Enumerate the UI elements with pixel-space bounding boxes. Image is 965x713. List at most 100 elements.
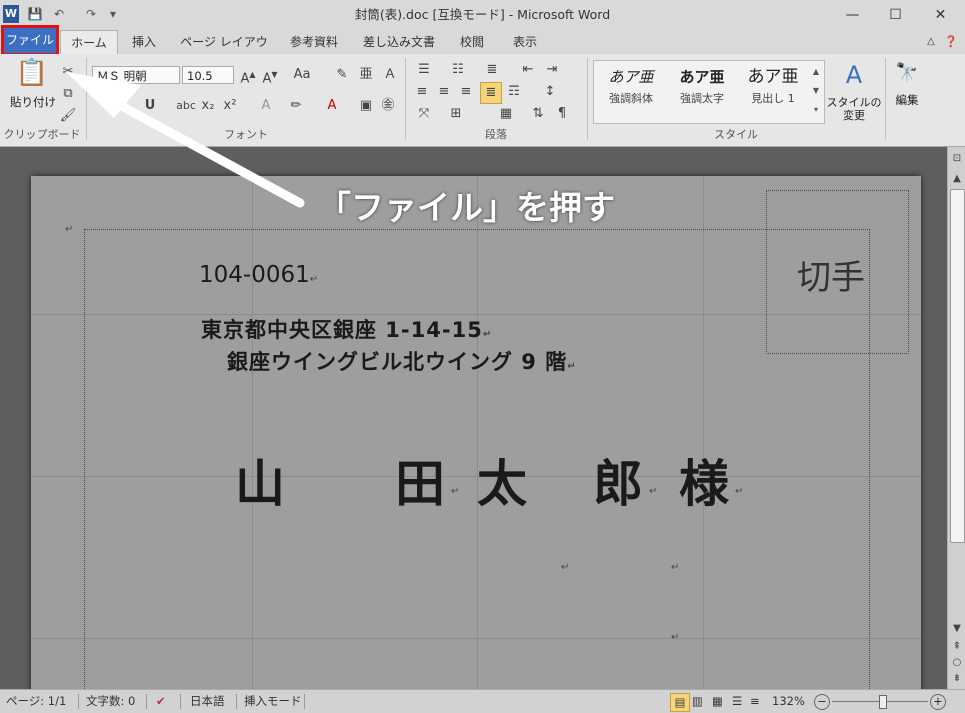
previous-page-icon[interactable]: ⇞ [948, 639, 965, 655]
status-divider [180, 694, 181, 709]
increase-indent-icon[interactable]: ⇥ [542, 60, 562, 80]
zoom-out-button[interactable]: − [814, 694, 830, 710]
vertical-scrollbar[interactable]: ⊡ ▲ ▼ ⇞ ○ ⇟ [947, 147, 965, 689]
insert-mode-indicator[interactable]: 挿入モード [244, 690, 302, 713]
outline-view-icon[interactable]: ☰ [732, 690, 742, 713]
text-effects-icon[interactable]: A [256, 96, 276, 116]
highlight-icon[interactable]: ✏ [286, 96, 306, 116]
document-page[interactable]: 切手 ↵ 104-0061↵ 東京都中央区銀座 1-14-15↵ 銀座ウイングビ… [31, 176, 921, 701]
tab-home[interactable]: ホーム [60, 30, 118, 55]
scroll-thumb[interactable] [950, 189, 965, 543]
text-direction-icon[interactable]: ⤧ [414, 104, 434, 124]
style-emphasis-bold[interactable]: あア亜 強調太字 [667, 64, 737, 114]
browse-object-icon[interactable]: ○ [948, 655, 965, 671]
align-right-icon[interactable]: ≡ [456, 82, 476, 102]
style-name: 強調斜体 [609, 92, 653, 105]
change-case-icon[interactable]: Aa [292, 65, 312, 85]
distributed-icon[interactable]: ☶ [504, 82, 524, 102]
strikethrough-icon[interactable]: abc [176, 96, 196, 116]
paste-icon[interactable]: 📋 [10, 58, 54, 92]
style-sample: あア亜 [679, 68, 725, 86]
tab-page-layout[interactable]: ページ レイアウト [176, 30, 272, 73]
style-gallery-scroll[interactable]: ▲ ▼ ▾ [811, 62, 821, 120]
scroll-up-icon[interactable]: ▲ [948, 171, 965, 187]
zoom-slider-thumb[interactable] [879, 695, 887, 709]
align-left-icon[interactable]: ≡ [412, 82, 432, 102]
status-divider [78, 694, 79, 709]
style-sample: あア亜 [608, 68, 654, 86]
tab-file[interactable]: ファイル [1, 25, 59, 56]
proofing-icon[interactable]: ✔ [156, 690, 166, 713]
zoom-in-button[interactable]: + [930, 694, 946, 710]
cut-icon[interactable]: ✂ [58, 62, 78, 82]
underline-icon[interactable]: U [140, 96, 160, 116]
draft-view-icon[interactable]: ≡ [750, 690, 760, 713]
style-heading-1[interactable]: あア亜 見出し 1 [738, 64, 808, 114]
grow-font-icon[interactable]: A▲ [238, 65, 258, 86]
binoculars-icon[interactable]: 🔭 [894, 60, 920, 86]
subscript-icon[interactable]: x₂ [198, 96, 218, 116]
paragraph-mark: ↵ [649, 486, 658, 497]
name-char-yama: 山 [235, 455, 285, 513]
print-layout-icon[interactable]: ▤ [670, 693, 690, 712]
font-group-label: フォント [224, 128, 268, 141]
font-color-icon[interactable]: A [322, 96, 342, 116]
phonetic-guide-icon[interactable]: 亜 [356, 65, 376, 85]
ruler-toggle-icon[interactable]: ⊡ [948, 151, 965, 167]
format-painter-icon[interactable]: 🖌 [58, 106, 78, 126]
tab-view[interactable]: 表示 [504, 30, 546, 54]
ribbon-home: 📋 貼り付け ✂ ⧉ 🖌 クリップボード ＭＳ 明朝 10.5 A▲ A▼ Aa… [0, 54, 965, 147]
font-size-select[interactable]: 10.5 [182, 66, 234, 84]
name-char-sama: 様 [679, 455, 729, 513]
web-layout-icon[interactable]: ▦ [712, 690, 723, 713]
font-name-select[interactable]: ＭＳ 明朝 [92, 66, 180, 84]
style-emphasis-italic[interactable]: あア亜 強調斜体 [596, 64, 666, 114]
stamp-label: 切手 [797, 258, 865, 298]
group-divider [885, 58, 886, 140]
styles-group-label: スタイル [714, 128, 758, 141]
show-marks-icon[interactable]: ¶ [552, 104, 572, 124]
change-styles-button[interactable]: スタイルの変更 [826, 96, 882, 122]
char-border-icon[interactable]: Ａ [380, 65, 400, 85]
next-page-icon[interactable]: ⇟ [948, 671, 965, 687]
decrease-indent-icon[interactable]: ⇤ [518, 60, 538, 80]
full-screen-reading-icon[interactable]: ▥ [692, 690, 703, 713]
tab-insert[interactable]: 挿入 [124, 30, 164, 54]
align-center-icon[interactable]: ≡ [434, 82, 454, 102]
char-shading-icon[interactable]: ▣ [356, 96, 376, 116]
paragraph-mark: ↵ [561, 562, 570, 573]
paragraph-mark: ↵ [671, 562, 680, 573]
bullets-icon[interactable]: ☰ [414, 60, 434, 80]
borders-icon[interactable]: ⊞ [446, 104, 466, 124]
superscript-icon[interactable]: x² [220, 96, 240, 116]
shrink-font-icon[interactable]: A▼ [260, 65, 280, 86]
title-bar: W 💾 ↶ ↷ ▾ 封筒(表).doc [互換モード] - Microsoft … [0, 0, 965, 30]
close-button[interactable]: ✕ [918, 0, 963, 30]
page-count[interactable]: ページ: 1/1 [6, 690, 66, 713]
justify-icon[interactable]: ≣ [480, 82, 502, 104]
tab-review[interactable]: 校閲 [452, 30, 492, 54]
enclose-char-icon[interactable]: ㊎ [378, 96, 398, 116]
copy-icon[interactable]: ⧉ [58, 84, 78, 104]
language-indicator[interactable]: 日本語 [190, 690, 225, 713]
paragraph-mark: ↵ [735, 486, 744, 497]
zoom-level[interactable]: 132% [772, 690, 805, 713]
minimize-button[interactable]: — [830, 0, 875, 30]
minimize-ribbon-icon[interactable]: △ [922, 30, 940, 54]
scroll-down-icon[interactable]: ▼ [948, 621, 965, 637]
editing-button[interactable]: 編集 [888, 92, 926, 108]
maximize-button[interactable]: ☐ [873, 0, 918, 30]
tab-mailings[interactable]: 差し込み文書 [357, 30, 441, 54]
shading-icon[interactable]: ▦ [496, 104, 516, 124]
tab-references[interactable]: 参考資料 [283, 30, 345, 54]
change-styles-icon[interactable]: A [836, 60, 872, 90]
help-icon[interactable]: ❓ [942, 30, 960, 54]
paragraph-mark: ↵ [671, 632, 680, 643]
multilevel-list-icon[interactable]: ≣ [482, 60, 502, 80]
word-count[interactable]: 文字数: 0 [86, 690, 135, 713]
clear-format-icon[interactable]: ✎ [332, 65, 352, 85]
paste-button-label[interactable]: 貼り付け [6, 94, 60, 110]
numbering-icon[interactable]: ☷ [448, 60, 468, 80]
line-spacing-icon[interactable]: ↕ [540, 82, 560, 102]
sort-icon[interactable]: ⇅ [528, 104, 548, 124]
